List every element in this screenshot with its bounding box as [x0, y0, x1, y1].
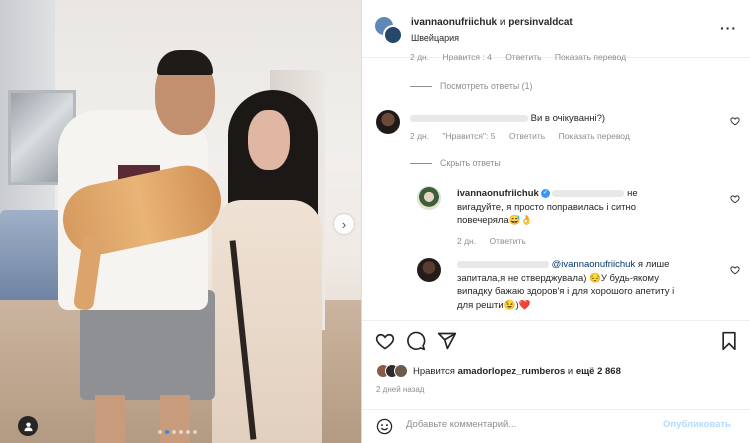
- location-link[interactable]: Швейцария: [411, 33, 459, 43]
- heart-icon[interactable]: [730, 116, 740, 126]
- carousel-dot: [193, 430, 197, 434]
- like-heart-icon[interactable]: [375, 331, 395, 351]
- likes-count-link[interactable]: ещё 2 868: [576, 366, 621, 377]
- comment-bar: Добавьте комментарий... Опубликовать: [362, 409, 750, 441]
- author-link[interactable]: ivannaonufriichuk: [411, 17, 497, 28]
- carousel-dot: [179, 430, 183, 434]
- reply-button[interactable]: Ответить: [509, 131, 545, 141]
- post-actions: Нравится amadorlopez_rumberos и ещё 2 86…: [362, 320, 750, 440]
- avatar[interactable]: [376, 110, 400, 134]
- user-icon: [23, 421, 33, 431]
- carousel-dot: [158, 430, 162, 434]
- post-authors: ivannaonufriichuk и persinvaldcat: [411, 17, 573, 28]
- carousel-indicator: [158, 430, 197, 434]
- avatar[interactable]: [394, 364, 408, 378]
- more-options-icon[interactable]: ···: [720, 20, 737, 36]
- likes-summary: Нравится amadorlopez_rumberos и ещё 2 86…: [376, 364, 621, 378]
- likes-count[interactable]: Нравится : 4: [442, 52, 491, 62]
- carousel-dot: [172, 430, 176, 434]
- tagged-users-button[interactable]: [18, 416, 38, 436]
- verified-badge-icon: ✓: [540, 188, 550, 198]
- comment-icon[interactable]: [406, 331, 426, 351]
- reply-meta: 2 дн. Ответить: [457, 236, 526, 246]
- mention-redacted: [552, 189, 625, 197]
- comment-meta: 2 дн. Нравится : 4 Ответить Показать пер…: [410, 52, 627, 62]
- reply-text: @ivannaonufriichuk я лише запитала,я не …: [457, 259, 675, 311]
- comment-text: Ви в очікуванні?): [410, 112, 605, 126]
- carousel-dot: [186, 430, 190, 434]
- username-redacted: [410, 114, 528, 122]
- avatar[interactable]: [417, 186, 441, 210]
- post-header: ivannaonufriichuk и persinvaldcat Швейца…: [362, 0, 750, 58]
- reply-username[interactable]: ivannaonufriichuk: [457, 188, 539, 199]
- comment-meta: 2 дн. "Нравится": 5 Ответить Показать пе…: [410, 131, 630, 141]
- reply-button[interactable]: Ответить: [505, 52, 541, 62]
- reply-text: ivannaonufriichuk ✓ не вигадуйте, я прост…: [457, 188, 638, 226]
- heart-icon[interactable]: [730, 194, 740, 204]
- publish-button[interactable]: Опубликовать: [663, 419, 731, 430]
- view-replies-link[interactable]: Посмотреть ответы (1): [410, 81, 532, 91]
- show-translation-link[interactable]: Показать перевод: [559, 131, 630, 141]
- mention-link[interactable]: @ivannaonufriichuk: [552, 259, 636, 270]
- comment-input[interactable]: Добавьте комментарий...: [406, 419, 516, 430]
- instagram-post-view: › ivannaonufriichuk и persinvaldcat Швей…: [0, 0, 750, 443]
- post-timestamp[interactable]: 2 дней назад: [376, 385, 424, 394]
- avatar[interactable]: [374, 16, 403, 45]
- reply-button[interactable]: Ответить: [489, 236, 525, 246]
- post-photo[interactable]: ›: [0, 0, 361, 443]
- heart-icon[interactable]: [730, 265, 740, 275]
- likes-count[interactable]: "Нравится": 5: [442, 131, 495, 141]
- hide-replies-link[interactable]: Скрыть ответы: [410, 158, 501, 168]
- carousel-dot: [165, 430, 169, 434]
- next-photo-button[interactable]: ›: [334, 214, 354, 234]
- save-bookmark-icon[interactable]: [719, 331, 739, 351]
- username-redacted: [457, 260, 549, 268]
- post-panel: ivannaonufriichuk и persinvaldcat Швейца…: [361, 0, 750, 443]
- liker-username[interactable]: amadorlopez_rumberos: [458, 366, 566, 377]
- emoji-icon[interactable]: [376, 418, 393, 435]
- coauthor-link[interactable]: persinvaldcat: [508, 17, 572, 28]
- chevron-right-icon: ›: [341, 216, 347, 232]
- share-icon[interactable]: [437, 331, 457, 351]
- show-translation-link[interactable]: Показать перевод: [555, 52, 626, 62]
- avatar[interactable]: [417, 258, 441, 282]
